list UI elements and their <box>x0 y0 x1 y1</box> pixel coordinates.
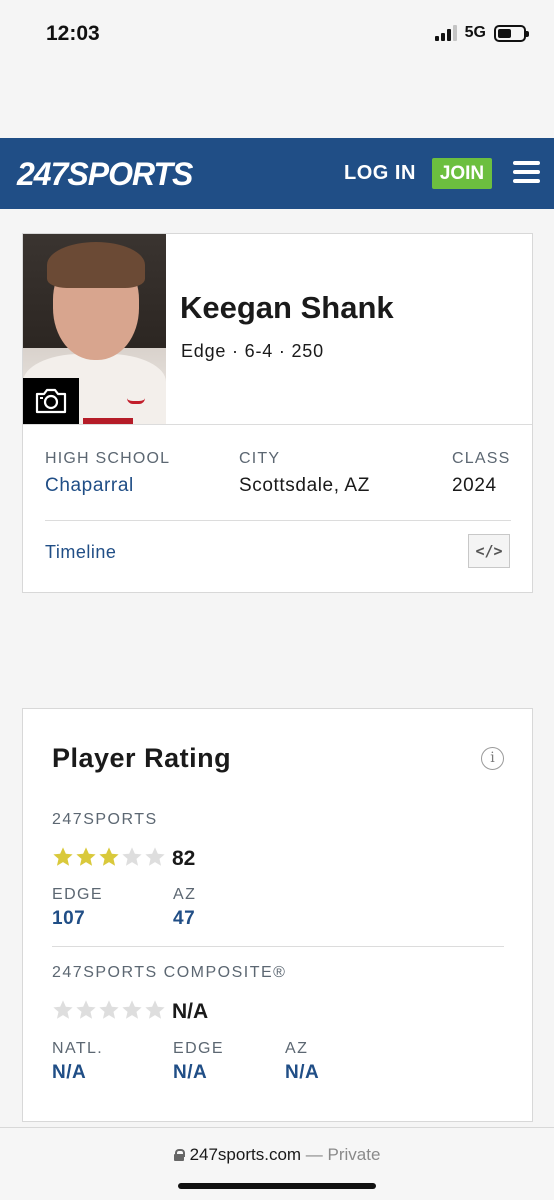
divider <box>45 520 511 521</box>
composite-position-rank-label: EDGE <box>173 1040 224 1057</box>
player-photo[interactable] <box>23 234 166 424</box>
player-position-size: Edge · 6-4 · 250 <box>181 341 324 361</box>
star-icon <box>76 1000 96 1019</box>
class-label: CLASS <box>452 450 511 467</box>
sports247-rating-label: 247SPORTS <box>52 811 158 828</box>
status-bar: 12:03 5G <box>0 0 554 138</box>
divider <box>23 424 532 425</box>
player-card: Keegan Shank Edge · 6-4 · 250 HIGH SCHOO… <box>22 233 533 593</box>
lock-icon <box>173 1149 185 1161</box>
composite-rating-label: 247SPORTS COMPOSITE® <box>52 964 287 981</box>
city-label: CITY <box>239 450 281 467</box>
signal-icon <box>434 25 457 41</box>
star-icon <box>99 1000 119 1019</box>
login-link[interactable]: LOG IN <box>344 162 416 185</box>
site-logo[interactable]: 247SPORTS <box>17 156 193 193</box>
logo-prefix: 24 <box>17 156 52 192</box>
private-label: — Private <box>305 1145 381 1164</box>
national-rank-value: N/A <box>52 1062 87 1083</box>
timeline-link[interactable]: Timeline <box>45 542 116 563</box>
site-header: 247SPORTS LOG IN JOIN <box>0 138 554 209</box>
star-icon <box>76 847 96 866</box>
sports247-score: 82 <box>172 847 196 870</box>
composite-position-rank-value: N/A <box>173 1062 208 1083</box>
composite-state-rank-value: N/A <box>285 1062 320 1083</box>
class-value: 2024 <box>452 475 497 496</box>
divider <box>52 946 504 947</box>
menu-icon[interactable] <box>513 161 540 183</box>
home-indicator[interactable] <box>178 1183 376 1189</box>
camera-icon[interactable] <box>23 378 79 424</box>
player-rating-card: Player Rating i 247SPORTS 82 EDGE 107 AZ… <box>22 708 533 1122</box>
logo-seven: 7 <box>50 156 69 192</box>
status-indicators: 5G <box>434 24 529 42</box>
join-button[interactable]: JOIN <box>432 158 492 189</box>
star-icon <box>53 847 73 866</box>
state-rank-label: AZ <box>173 886 197 903</box>
network-type: 5G <box>464 24 486 41</box>
address-bar[interactable]: 247sports.com — Private <box>0 1145 554 1165</box>
rating-title: Player Rating <box>52 743 232 773</box>
browser-bottom-bar: 247sports.com — Private <box>0 1127 554 1200</box>
logo-suffix: SPORTS <box>67 156 193 192</box>
battery-icon <box>494 24 529 42</box>
star-icon <box>145 1000 165 1019</box>
composite-score: N/A <box>172 1000 209 1023</box>
composite-star-rating <box>52 999 166 1021</box>
position-rank-label: EDGE <box>52 886 103 903</box>
star-icon <box>53 1000 73 1019</box>
sports247-star-rating <box>52 846 166 868</box>
star-icon <box>145 847 165 866</box>
state-rank-link[interactable]: 47 <box>173 908 195 930</box>
star-icon <box>122 847 142 866</box>
star-icon <box>99 847 119 866</box>
status-time: 12:03 <box>46 22 100 45</box>
star-icon <box>122 1000 142 1019</box>
info-icon[interactable]: i <box>481 747 504 770</box>
embed-code-button[interactable]: </> <box>468 534 510 568</box>
high-school-label: HIGH SCHOOL <box>45 450 171 467</box>
high-school-link[interactable]: Chaparral <box>45 475 134 497</box>
player-name: Keegan Shank <box>180 290 394 325</box>
url-domain: 247sports.com <box>189 1145 302 1164</box>
national-rank-label: NATL. <box>52 1040 104 1057</box>
composite-state-rank-label: AZ <box>285 1040 309 1057</box>
position-rank-link[interactable]: 107 <box>52 908 85 930</box>
city-value: Scottsdale, AZ <box>239 475 370 496</box>
